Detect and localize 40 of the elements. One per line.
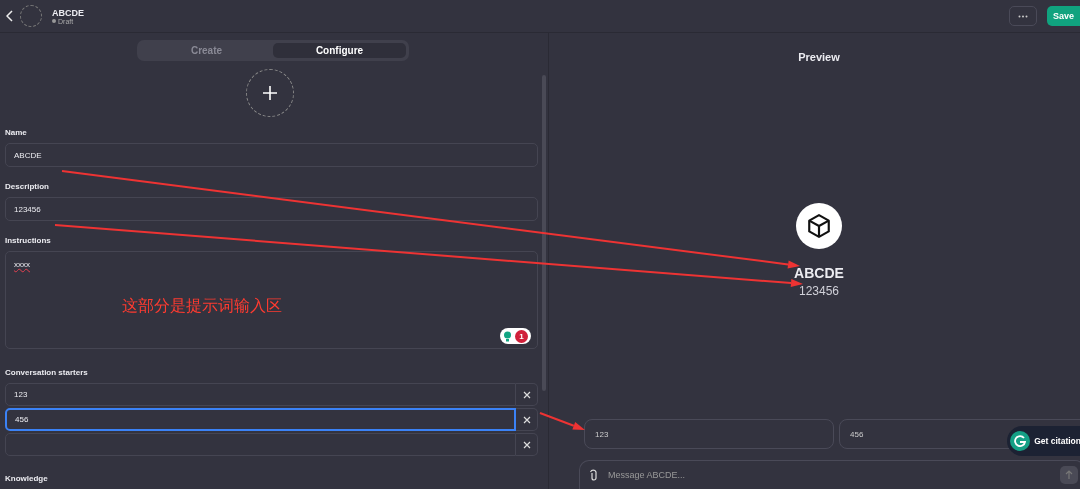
field-label: Instructions: [5, 236, 52, 245]
issue-count: 1: [515, 329, 528, 343]
message-input[interactable]: Message ABCDE...: [606, 469, 1052, 481]
grammar-badge[interactable]: 1: [500, 328, 531, 344]
arrow-up-icon: [1065, 470, 1073, 480]
cube-icon: [806, 213, 832, 239]
description-field[interactable]: 123456: [5, 197, 538, 221]
message-field[interactable]: Message ABCDE...: [579, 460, 1080, 489]
name-field[interactable]: ABCDE: [5, 143, 538, 167]
remove-button[interactable]: [516, 408, 538, 431]
annotation-arrow: [539, 412, 585, 430]
field-label: Conversation starters: [5, 368, 89, 377]
preview-title: Preview: [798, 51, 840, 63]
more-icon: [1017, 14, 1028, 18]
starter-card[interactable]: 123: [584, 419, 834, 449]
paperclip-icon: [590, 469, 598, 481]
field-label: Knowledge: [5, 474, 49, 483]
tab[interactable]: Configure: [273, 43, 406, 58]
close-icon: [522, 390, 531, 399]
status-dot-icon: [52, 19, 56, 23]
field-label: Description: [5, 182, 50, 191]
gpt-title: ABCDE: [52, 7, 84, 18]
instructions-field[interactable]: xxxx 这部分是提示词输入区 1: [5, 251, 538, 349]
close-icon: [522, 415, 531, 424]
refresh-g-icon: [1010, 431, 1031, 451]
lightbulb-icon: [503, 330, 512, 342]
bot-description: 123456: [798, 284, 839, 298]
remove-button[interactable]: [516, 433, 538, 456]
starter-field[interactable]: 456: [5, 408, 516, 431]
annotation-note: 这部分是提示词输入区: [122, 296, 282, 316]
field-label: Name: [5, 128, 28, 137]
close-icon: [522, 440, 531, 449]
remove-button[interactable]: [516, 383, 538, 406]
bot-name: ABCDE: [794, 265, 844, 281]
citation-button[interactable]: Get citation: [1007, 426, 1080, 456]
plus-icon: [262, 85, 278, 101]
back-icon[interactable]: [6, 10, 14, 22]
starter-field[interactable]: 123: [5, 383, 516, 406]
instructions-text: xxxx: [14, 260, 30, 269]
send-button[interactable]: [1060, 466, 1078, 484]
